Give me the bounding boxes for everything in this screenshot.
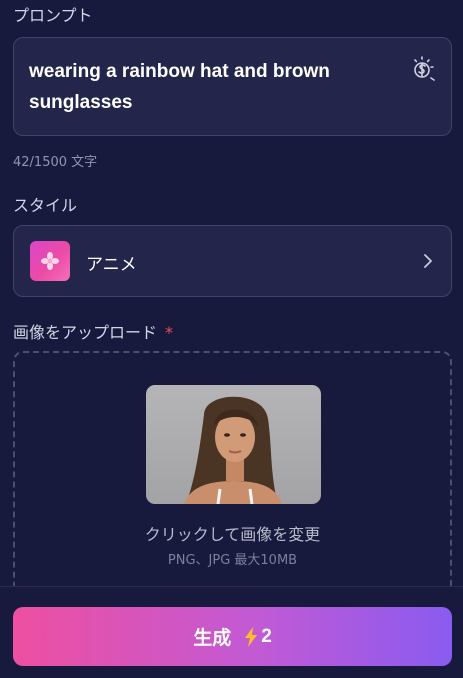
upload-label-text: 画像をアップロード bbox=[13, 323, 158, 342]
upload-formats: PNG、JPG 最大10MB bbox=[167, 553, 298, 568]
chevron-right-icon bbox=[424, 254, 432, 268]
style-thumbnail bbox=[30, 241, 70, 281]
upload-hint: クリックして画像を変更 bbox=[144, 525, 321, 544]
required-mark: * bbox=[165, 323, 174, 342]
style-selector[interactable]: アニメ bbox=[13, 225, 452, 297]
bottom-action-bar: 生成 2 bbox=[0, 586, 463, 678]
prompt-label: プロンプト bbox=[13, 6, 93, 25]
generate-label: 生成 bbox=[193, 627, 232, 649]
image-upload-dropzone[interactable]: クリックして画像を変更 PNG、JPG 最大10MB bbox=[13, 351, 452, 611]
bolt-icon bbox=[245, 626, 258, 647]
char-count: 42/1500 文字 bbox=[13, 155, 98, 170]
generate-button[interactable]: 生成 2 bbox=[13, 607, 452, 666]
sparkle-brush-icon[interactable] bbox=[409, 54, 437, 82]
style-label: スタイル bbox=[13, 196, 78, 215]
flower-icon bbox=[41, 252, 59, 270]
upload-label: 画像をアップロード * bbox=[13, 319, 173, 343]
image-generator-form: プロンプト wearing a rainbow hat and brown su… bbox=[0, 0, 463, 678]
uploaded-image-preview[interactable] bbox=[146, 385, 321, 504]
style-selected-value: アニメ bbox=[86, 255, 137, 275]
credit-cost: 2 bbox=[261, 625, 272, 647]
prompt-text[interactable]: wearing a rainbow hat and brown sunglass… bbox=[29, 56, 389, 118]
prompt-input[interactable]: wearing a rainbow hat and brown sunglass… bbox=[13, 37, 452, 136]
